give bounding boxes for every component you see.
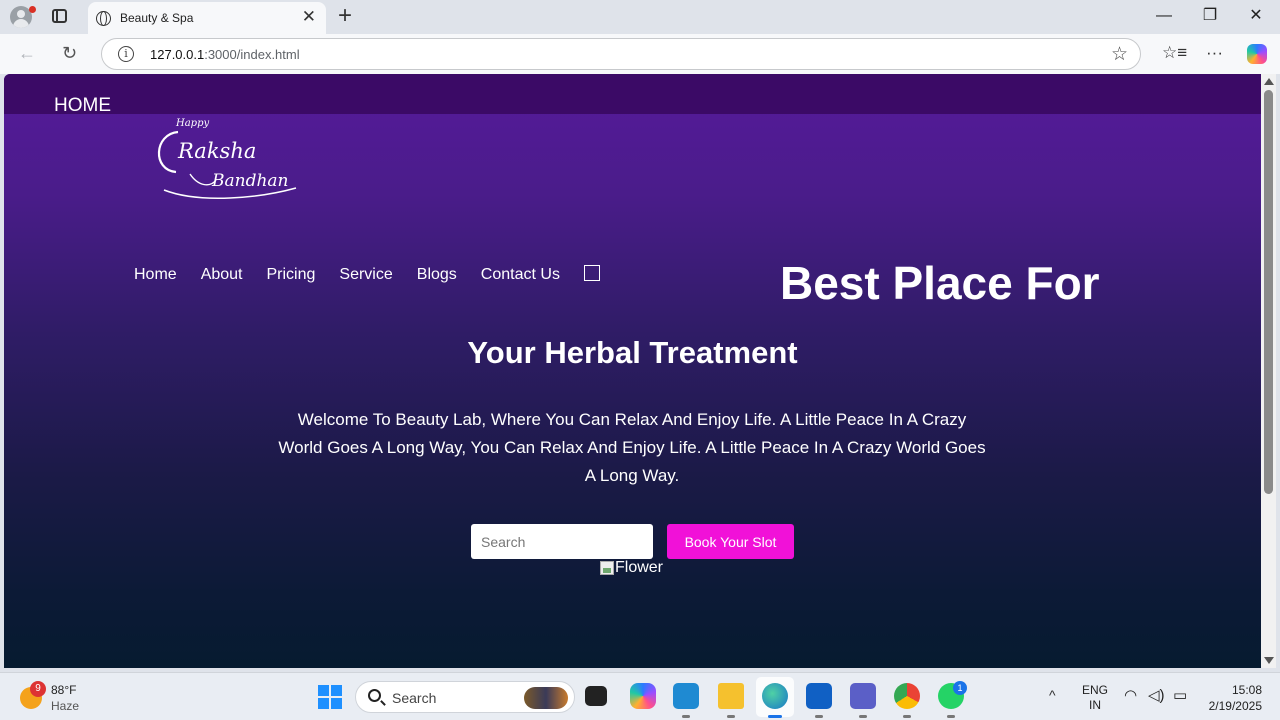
weather-widget[interactable]: 9 88°F Haze (16, 681, 126, 715)
book-slot-button[interactable]: Book Your Slot (667, 524, 794, 559)
battery-icon[interactable]: ▭ (1173, 688, 1187, 704)
scroll-down-arrow-icon[interactable] (1264, 657, 1274, 664)
nav-blogs[interactable]: Blogs (417, 266, 457, 284)
new-tab-button[interactable]: + (338, 3, 352, 29)
browser-tab[interactable]: Beauty & Spa ✕ (88, 2, 326, 34)
flower-image: Flower (600, 559, 663, 577)
tab-bar: Beauty & Spa ✕ + — ❐ ✕ (0, 0, 1280, 34)
file-explorer-icon[interactable] (585, 686, 607, 706)
wifi-icon[interactable]: ◠ (1124, 688, 1137, 704)
globe-icon (96, 11, 111, 26)
tab-actions-icon[interactable] (52, 9, 67, 23)
broken-image-icon (600, 561, 614, 575)
vscode-icon[interactable] (673, 683, 699, 718)
weather-badge: 9 (30, 681, 46, 697)
weather-condition: Haze (51, 699, 80, 713)
tray-chevron-icon[interactable]: ^ (1049, 687, 1056, 703)
reload-button[interactable]: ↻ (62, 42, 77, 64)
hero-title-line2: Your Herbal Treatment (467, 335, 798, 370)
back-button[interactable]: ← (18, 42, 36, 64)
nav-home[interactable]: Home (134, 266, 177, 284)
notification-dot (29, 6, 36, 13)
logo-text-happy: Happy (175, 118, 209, 129)
close-window-button[interactable]: ✕ (1246, 6, 1266, 26)
search-highlight-art (524, 687, 568, 709)
hero-title-line1: Best Place For (780, 257, 1100, 309)
taskbar-search-label: Search (392, 690, 437, 706)
edge-icon[interactable] (762, 683, 788, 718)
site-info-icon[interactable]: i (118, 46, 134, 62)
minimize-button[interactable]: — (1154, 6, 1174, 26)
logo-text-raksha: Raksha (177, 139, 256, 163)
outlook-icon[interactable] (806, 683, 832, 718)
nav-contact-us[interactable]: Contact Us (481, 266, 560, 284)
language-indicator[interactable]: ENG IN (1082, 683, 1108, 713)
address-bar: ← ↻ i 127.0.0.1:3000/index.html ☆ ☆≡ ··· (0, 34, 1280, 74)
page-viewport: HOME Happy Raksha Bandhan Home About Pri… (4, 74, 1261, 668)
nav-about[interactable]: About (201, 266, 243, 284)
restore-button[interactable]: ❐ (1200, 6, 1220, 26)
url-host: 127.0.0.1 (150, 47, 205, 62)
nav-pricing[interactable]: Pricing (267, 266, 316, 284)
copilot-taskbar-icon[interactable] (630, 683, 656, 709)
scroll-up-arrow-icon[interactable] (1264, 78, 1274, 85)
hero-description: Welcome To Beauty Lab, Where You Can Rel… (278, 410, 986, 485)
favorite-star-icon[interactable]: ☆ (1111, 43, 1128, 66)
windows-start-icon[interactable] (318, 685, 342, 709)
chrome-icon[interactable] (894, 683, 920, 718)
main-nav: Home About Pricing Service Blogs Contact… (134, 265, 600, 284)
clock-date: 2/19/2025 (1208, 699, 1262, 713)
weather-temp: 88°F (51, 683, 77, 697)
search-icon (368, 689, 381, 702)
volume-icon[interactable]: ◁) (1148, 688, 1165, 704)
tab-close-icon[interactable]: ✕ (302, 7, 316, 27)
teams-icon[interactable] (850, 683, 876, 718)
taskbar-search[interactable]: Search (355, 681, 575, 713)
clock[interactable]: 15:08 2/19/2025 (1200, 682, 1262, 714)
folder-icon[interactable] (718, 683, 744, 718)
favorites-icon[interactable]: ☆≡ (1162, 42, 1187, 64)
raksha-bandhan-logo: Happy Raksha Bandhan (157, 118, 297, 200)
scroll-thumb[interactable] (1264, 90, 1273, 494)
url-text: 127.0.0.1:3000/index.html (150, 47, 300, 62)
logo-text-bandhan: Bandhan (211, 171, 289, 191)
more-menu-icon[interactable]: ··· (1206, 42, 1223, 64)
tab-title: Beauty & Spa (120, 11, 194, 25)
taskbar: 9 88°F Haze Search 1 ^ ENG IN ◠ ◁) ▭ 15:… (0, 672, 1280, 720)
top-strip (4, 74, 1261, 114)
page-scrollbar[interactable] (1261, 74, 1276, 668)
copilot-icon[interactable] (1247, 44, 1267, 64)
lang-region: IN (1089, 698, 1101, 712)
whatsapp-badge: 1 (953, 681, 967, 695)
flower-image-alt: Flower (615, 559, 664, 576)
url-field[interactable]: i 127.0.0.1:3000/index.html ☆ (101, 38, 1141, 70)
menu-toggle-checkbox[interactable] (583, 265, 600, 281)
nav-service[interactable]: Service (339, 266, 392, 284)
lang-code: ENG (1082, 683, 1109, 697)
home-label[interactable]: HOME (54, 95, 111, 117)
clock-time: 15:08 (1231, 683, 1262, 697)
url-path: :3000/index.html (204, 47, 300, 62)
search-input[interactable] (471, 524, 653, 559)
